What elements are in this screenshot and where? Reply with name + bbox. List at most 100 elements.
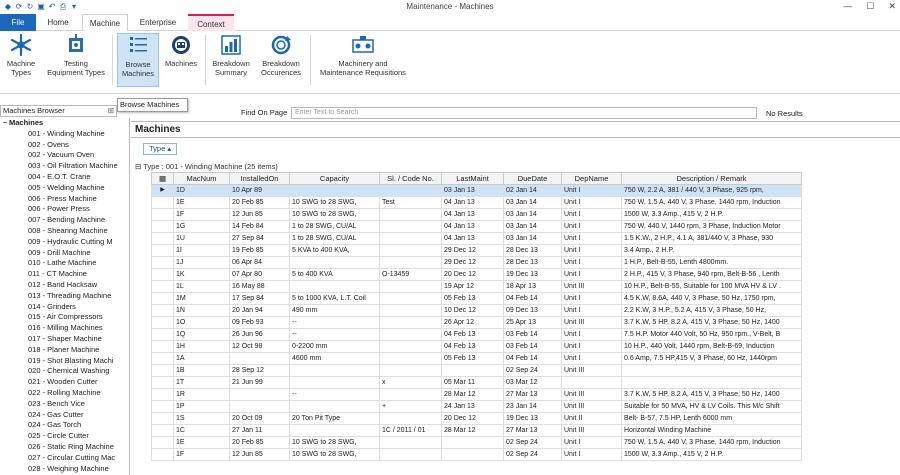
table-cell[interactable]: 29 Dec 12 xyxy=(441,244,504,257)
table-cell[interactable]: 1G xyxy=(173,220,230,233)
table-cell[interactable]: 10 SWG to 28 SWG, xyxy=(289,196,380,209)
table-cell[interactable]: 1 H.P., Belt-B-55, Lenth 4800mm. xyxy=(621,256,802,269)
table-cell[interactable]: Unit I xyxy=(561,256,622,269)
table-cell[interactable] xyxy=(379,280,442,293)
table-cell[interactable]: 19 Feb 85 xyxy=(229,244,290,257)
table-cell[interactable]: 4600 mm xyxy=(289,352,380,365)
table-row[interactable]: 1U 27 Sep 84 1 to 28 SWG, CU/AL 04 Jan 13 03… xyxy=(151,232,802,245)
table-cell[interactable]: -- xyxy=(289,328,380,341)
table-cell[interactable] xyxy=(229,388,290,401)
table-cell[interactable]: 1H xyxy=(173,340,230,353)
tree-item[interactable]: 016 - Milling Machines xyxy=(0,323,129,334)
table-row[interactable]: 1C 27 Jan 11 1C / 2011 / 01 28 Mar 12 27 Mar… xyxy=(151,424,802,437)
table-cell[interactable] xyxy=(561,376,622,389)
table-cell[interactable]: Unit I xyxy=(561,292,622,305)
table-cell[interactable]: 1K xyxy=(173,268,230,281)
table-row[interactable]: 1L 16 May 88 19 Apr 12 18 Apr 13 Unit III 10 … xyxy=(151,280,802,293)
row-indicator[interactable] xyxy=(151,232,174,245)
table-cell[interactable]: 20 Dec 12 xyxy=(441,268,504,281)
table-cell[interactable]: 10 SWG to 28 SWG, xyxy=(289,208,380,221)
table-cell[interactable]: 1P xyxy=(173,400,230,413)
table-cell[interactable]: 28 Sep 12 xyxy=(229,364,290,377)
row-indicator[interactable] xyxy=(151,340,174,353)
table-cell[interactable]: 20 Feb 85 xyxy=(229,436,290,449)
table-cell[interactable]: 10 SWG to 28 SWG, xyxy=(289,448,380,461)
table-cell[interactable]: 10 SWG to 28 SWG, xyxy=(289,436,380,449)
table-cell[interactable]: 26 Jun 96 xyxy=(229,328,290,341)
table-cell[interactable]: 0-2200 mm xyxy=(289,340,380,353)
table-cell[interactable]: 1U xyxy=(173,232,230,245)
tree-item[interactable]: 007 - Bending Machine xyxy=(0,215,129,226)
table-cell[interactable]: 03 Feb 14 xyxy=(503,328,562,341)
table-row[interactable]: 1R -- 28 Mar 12 27 Mar 13 Unit III 3.7 K.W, 5… xyxy=(151,388,802,401)
table-cell[interactable]: 4.5 K.W, 8.6A, 440 V, 3 Phase, 50 Hz, 17… xyxy=(621,292,802,305)
table-row[interactable]: 1A 4600 mm 05 Feb 13 04 Feb 14 Unit I 0.6 Amp… xyxy=(151,352,802,365)
tree-item[interactable]: 017 - Shaper Machine xyxy=(0,334,129,345)
table-cell[interactable]: 1L xyxy=(173,280,230,293)
table-cell[interactable]: 04 Feb 14 xyxy=(503,292,562,305)
close-icon[interactable]: ✕ xyxy=(888,1,896,12)
table-cell[interactable]: 02 Sep 24 xyxy=(503,448,562,461)
table-cell[interactable] xyxy=(379,256,442,269)
tree-item[interactable]: 010 - Lathe Machine xyxy=(0,258,129,269)
table-cell[interactable]: 490 mm xyxy=(289,304,380,317)
table-cell[interactable]: 20 Jan 94 xyxy=(229,304,290,317)
table-cell[interactable]: 1J xyxy=(173,256,230,269)
table-row[interactable]: 1E 20 Feb 85 10 SWG to 28 SWG, 02 Sep 24 Uni… xyxy=(151,436,802,449)
table-cell[interactable]: 1.5 K.W., 2 H.P., 4.1 A, 381/440 V, 3 Ph… xyxy=(621,232,802,245)
row-indicator[interactable] xyxy=(151,196,174,209)
table-cell[interactable] xyxy=(379,292,442,305)
table-cell[interactable]: 12 Jun 85 xyxy=(229,448,290,461)
table-row[interactable]: 1Q 26 Jun 96 -- 04 Feb 13 03 Feb 14 Unit I 7.5… xyxy=(151,328,802,341)
tree-root[interactable]: − Machines xyxy=(0,118,129,129)
table-row[interactable]: 1F 12 Jun 85 10 SWG to 28 SWG, 02 Sep 24 Uni… xyxy=(151,448,802,461)
tab-context[interactable]: Context xyxy=(188,14,234,31)
table-cell[interactable]: Unit I xyxy=(561,184,622,197)
table-cell[interactable]: 5 KVA to 400 KVA, xyxy=(289,244,380,257)
tree-item[interactable]: 018 - Planer Machine xyxy=(0,345,129,356)
table-cell[interactable]: 1E xyxy=(173,436,230,449)
table-cell[interactable]: Unit I xyxy=(561,232,622,245)
table-cell[interactable]: 1R xyxy=(173,388,230,401)
table-cell[interactable]: 2 H.P., 415 V, 3 Phase, 940 rpm, Belt-B-… xyxy=(621,268,802,281)
table-cell[interactable]: Unit III xyxy=(561,280,622,293)
tree-item[interactable]: 024 - Gas Cutter xyxy=(0,410,129,421)
table-cell[interactable]: 27 Mar 13 xyxy=(503,388,562,401)
table-cell[interactable]: 04 Feb 14 xyxy=(503,352,562,365)
table-cell[interactable]: Unit II xyxy=(561,412,622,425)
table-cell[interactable] xyxy=(621,364,802,377)
table-cell[interactable]: Belt- B-57, 7.5 HP, Lenth 6000 mm xyxy=(621,412,802,425)
table-cell[interactable]: 04 Jan 13 xyxy=(441,196,504,209)
table-cell[interactable]: 5 to 1000 KVA, L.T. Coil xyxy=(289,292,380,305)
table-cell[interactable]: Suitable for 50 MVA, HV & LV Coils. This… xyxy=(621,400,802,413)
table-cell[interactable]: 03 Jan 14 xyxy=(503,232,562,245)
row-indicator[interactable] xyxy=(151,436,174,449)
table-cell[interactable]: 1F xyxy=(173,448,230,461)
row-indicator[interactable] xyxy=(151,280,174,293)
machinery-requisitions-button[interactable]: Machinery and Maintenance Requisitions xyxy=(314,33,412,87)
table-cell[interactable]: 1M xyxy=(173,292,230,305)
table-cell[interactable]: 12 Jun 85 xyxy=(229,208,290,221)
table-cell[interactable]: Test xyxy=(379,196,442,209)
table-cell[interactable] xyxy=(441,364,504,377)
table-cell[interactable]: 28 Mar 12 xyxy=(441,424,504,437)
table-cell[interactable]: Unit I xyxy=(561,196,622,209)
table-cell[interactable]: 19 Dec 13 xyxy=(503,268,562,281)
table-cell[interactable]: 03 Jan 14 xyxy=(503,220,562,233)
table-row[interactable]: 1G 14 Feb 84 1 to 28 SWG, CU/AL 04 Jan 13 03… xyxy=(151,220,802,233)
table-cell[interactable] xyxy=(289,364,380,377)
table-cell[interactable]: 04 Feb 13 xyxy=(441,340,504,353)
table-cell[interactable]: -- xyxy=(289,316,380,329)
table-cell[interactable]: 1500 W, 3.3 Amp., 415 V, 2 H.P. xyxy=(621,448,802,461)
table-cell[interactable]: 14 Feb 84 xyxy=(229,220,290,233)
table-cell[interactable]: 1N xyxy=(173,304,230,317)
table-cell[interactable]: 03 Jan 14 xyxy=(503,208,562,221)
table-cell[interactable]: 20 Dec 12 xyxy=(441,412,504,425)
table-row[interactable]: 1K 07 Apr 80 5 to 400 KVA O-13459 20 Dec 12 1… xyxy=(151,268,802,281)
table-cell[interactable]: 04 Jan 13 xyxy=(441,220,504,233)
table-cell[interactable]: 1500 W, 3.3 Amp., 415 V, 2 H.P. xyxy=(621,208,802,221)
table-cell[interactable] xyxy=(289,256,380,269)
row-indicator[interactable] xyxy=(151,424,174,437)
table-cell[interactable]: 10 H.P., Belt-B-55, Suitable for 100 MVA… xyxy=(621,280,802,293)
table-cell[interactable]: Unit I xyxy=(561,208,622,221)
